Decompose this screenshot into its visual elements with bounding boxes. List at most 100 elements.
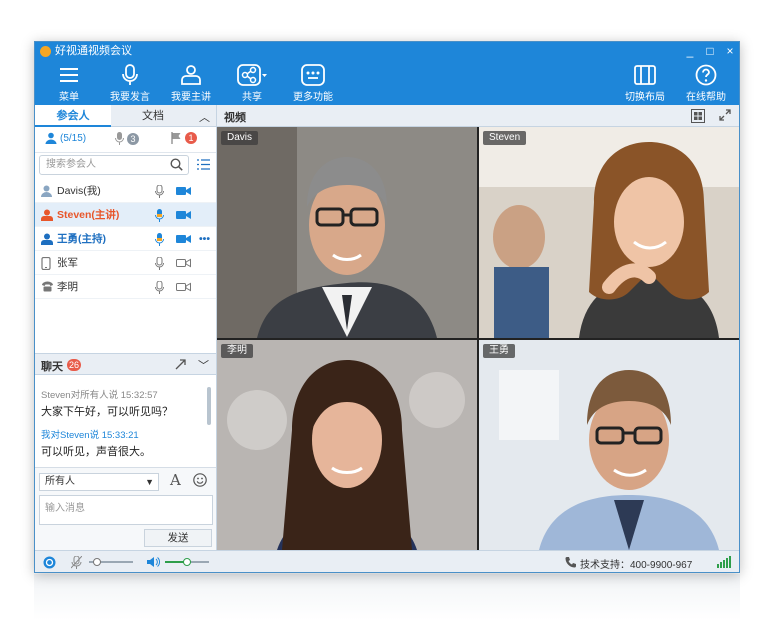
host-user-icon — [41, 233, 53, 245]
chat-input-area: 所有人 ▼ A 输入消息 发送 — [35, 467, 216, 550]
flag-icon — [171, 132, 181, 144]
signal-strength-icon — [717, 556, 731, 568]
speak-button[interactable]: 我要发言 — [102, 61, 158, 105]
grid-view-icon[interactable] — [691, 109, 705, 123]
phone-support-icon — [565, 557, 576, 568]
filter-all[interactable]: (5/15) — [45, 132, 86, 144]
recipient-value: 所有人 — [45, 476, 75, 487]
video-tile[interactable]: Steven — [479, 127, 739, 338]
presenter-icon — [181, 65, 201, 85]
mic-muted-icon[interactable] — [71, 556, 82, 569]
online-help-button[interactable]: 在线帮助 — [678, 61, 734, 105]
filter-speaking[interactable]: 3 — [115, 132, 139, 145]
speaker-icon[interactable] — [147, 556, 160, 568]
video-feed-steven — [479, 127, 739, 338]
tab-documents[interactable]: 文档 — [115, 105, 191, 127]
network-icon[interactable] — [43, 556, 56, 569]
chat-title: 聊天 — [41, 361, 63, 373]
video-feed-liming — [217, 340, 477, 550]
present-button[interactable]: 我要主讲 — [163, 61, 219, 105]
video-feed-davis — [217, 127, 477, 338]
pop-out-icon[interactable] — [175, 358, 187, 370]
maximize-button[interactable]: □ — [705, 42, 715, 61]
participant-list: Davis(我) Steven(主讲) 王勇(主持) ••• 张军 李明 — [35, 179, 216, 299]
switch-layout-label: 切换布局 — [625, 92, 665, 103]
camera-on-icon[interactable] — [176, 234, 191, 244]
participant-count: (5/15) — [60, 132, 87, 144]
camera-off-icon[interactable] — [176, 258, 191, 268]
menu-button[interactable]: 菜单 — [41, 61, 97, 105]
mic-speaking-icon[interactable] — [155, 233, 166, 246]
camera-off-icon[interactable] — [176, 282, 191, 292]
mic-volume-slider[interactable] — [89, 558, 133, 566]
minimize-button[interactable]: _ — [685, 42, 695, 61]
search-icon[interactable] — [170, 158, 183, 171]
video-header: 视频 — [217, 105, 739, 127]
chevron-up-icon[interactable]: ︿ — [199, 109, 210, 125]
participant-row[interactable]: 张军 — [35, 251, 216, 275]
message-input[interactable]: 输入消息 — [39, 495, 213, 525]
participant-name: Steven(主讲) — [57, 209, 120, 221]
share-button[interactable]: 共享 — [224, 61, 280, 105]
speaker-volume-slider[interactable] — [165, 558, 209, 566]
mic-filter-icon — [115, 132, 124, 145]
emoji-icon[interactable] — [193, 473, 207, 487]
video-grid: Davis Steven 李明 王勇 — [217, 127, 739, 550]
participant-row[interactable]: Steven(主讲) — [35, 203, 216, 227]
chat-messages: Steven对所有人说 15:32:57 大家下午好，可以听见吗？ 我对Stev… — [35, 377, 216, 467]
main-toolbar: 菜单 我要发言 我要主讲 共享 更多功能 切换布局 在线帮助 — [35, 61, 739, 105]
mic-icon[interactable] — [155, 281, 164, 294]
online-help-label: 在线帮助 — [686, 92, 726, 103]
user-icon — [41, 185, 52, 197]
video-tile[interactable]: 王勇 — [479, 340, 739, 550]
video-name-label: 王勇 — [483, 344, 515, 358]
mic-icon[interactable] — [155, 185, 164, 198]
more-functions-button[interactable]: 更多功能 — [285, 61, 341, 105]
left-tabs: 参会人 文档 ︿ — [35, 105, 216, 127]
message-meta: 我对Steven说 15:33:21 — [41, 430, 139, 441]
chat-scrollbar[interactable] — [207, 387, 211, 425]
close-button[interactable]: × — [725, 42, 735, 61]
camera-on-icon[interactable] — [176, 210, 191, 220]
video-name-label: Steven — [483, 131, 527, 145]
tab-participants[interactable]: 参会人 — [35, 105, 111, 127]
camera-on-icon[interactable] — [176, 186, 191, 196]
layout-icon — [634, 65, 656, 85]
participant-row[interactable]: 李明 — [35, 275, 216, 299]
more-options-icon[interactable]: ••• — [199, 227, 210, 251]
video-name-label: 李明 — [221, 344, 253, 358]
mic-icon[interactable] — [155, 257, 164, 270]
send-button[interactable]: 发送 — [144, 529, 212, 547]
video-tile[interactable]: Davis — [217, 127, 477, 338]
share-label: 共享 — [242, 92, 262, 103]
switch-layout-button[interactable]: 切换布局 — [617, 61, 673, 105]
video-tile[interactable]: 李明 — [217, 340, 477, 550]
recipient-select[interactable]: 所有人 ▼ — [39, 473, 159, 491]
menu-label: 菜单 — [59, 92, 79, 103]
list-view-icon[interactable] — [197, 159, 210, 170]
present-label: 我要主讲 — [171, 92, 211, 103]
participant-row[interactable]: Davis(我) — [35, 179, 216, 203]
window-title: 好视通视频会议 — [55, 45, 132, 57]
mic-speaking-icon[interactable] — [155, 209, 166, 222]
title-bar: 好视通视频会议 _ □ × — [35, 42, 739, 61]
chevron-down-icon[interactable]: ﹀ — [198, 357, 209, 373]
font-icon[interactable]: A — [170, 471, 181, 489]
participant-row[interactable]: 王勇(主持) ••• — [35, 227, 216, 251]
search-row: 搜索参会人 — [35, 153, 216, 177]
raised-hand-badge: 1 — [185, 132, 197, 144]
support-hotline: 技术支持：400-9900-967 — [580, 560, 693, 571]
microphone-icon — [122, 64, 138, 85]
filter-raised[interactable]: 1 — [171, 132, 197, 144]
participant-name: 王勇(主持) — [57, 233, 106, 245]
speaking-badge: 3 — [127, 132, 139, 145]
help-icon — [695, 64, 717, 86]
telephone-icon — [42, 281, 53, 292]
message-text: 可以听见，声音很大。 — [41, 446, 151, 458]
more-functions-icon — [301, 64, 325, 86]
fullscreen-icon[interactable] — [719, 109, 731, 121]
speaker-volume-knob[interactable] — [183, 558, 191, 566]
chat-message: Steven对所有人说 15:32:57 大家下午好，可以听见吗？ — [41, 387, 173, 419]
search-participants-input[interactable]: 搜索参会人 — [39, 155, 189, 175]
mic-volume-knob[interactable] — [92, 558, 101, 566]
